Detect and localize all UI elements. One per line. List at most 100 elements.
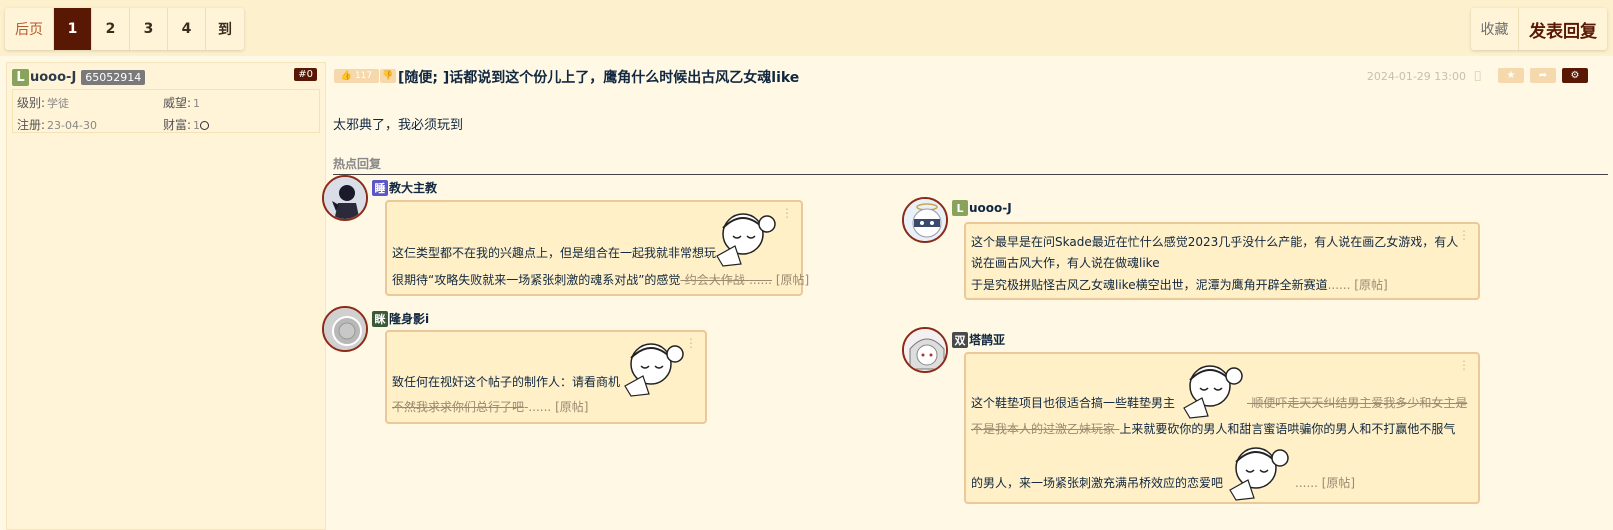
reply-line: 这仨类型都不在我的兴趣点上，但是组合在一起我就非常想玩 <box>392 246 717 260</box>
wealth-value: 1 <box>193 119 201 132</box>
thumbs-up-icon: 👍 <box>340 71 353 81</box>
top-bar: 后页 1 2 3 4 到 收藏 发表回复 <box>0 0 1613 56</box>
author-name[interactable]: uooo-J <box>30 70 76 85</box>
reply-author-icon: 双 <box>952 331 968 348</box>
page-3-button[interactable]: 3 <box>130 8 168 50</box>
reply-author[interactable]: 睡 教大主教 <box>372 179 437 196</box>
star-button[interactable]: ★ <box>1498 68 1524 83</box>
reply-line: 很期待“攻略失败就来一场紧张刺激的魂系对战”的感觉-约会大作战-...... [… <box>392 271 809 288</box>
post-title: [随便; ]话都说到这个份儿上了，鹰角什么时候出古风乙女魂like <box>398 70 800 86</box>
reg-label: 注册: <box>17 118 46 132</box>
floor-number[interactable]: #0 <box>294 68 317 81</box>
post-time: 2024-01-29 13:00 <box>1366 70 1466 83</box>
avatar[interactable] <box>322 306 368 352</box>
prestige-value: 1 <box>193 97 201 110</box>
hot-replies-title: 热点回复 <box>333 155 1608 175</box>
level-value: 学徒 <box>47 97 70 110</box>
original-post-link[interactable]: [原帖] <box>555 400 588 414</box>
favorite-button[interactable]: 收藏 <box>1471 8 1519 50</box>
original-post-link[interactable]: [原帖] <box>1322 476 1355 490</box>
reply-author-icon: L <box>952 200 968 216</box>
prev-page-button[interactable]: 后页 <box>5 8 54 50</box>
reply-suffix: ...... <box>749 273 772 287</box>
reply-text: 的男人，来一场紧张刺激充满吊桥效应的恋爱吧 <box>971 476 1224 490</box>
post-reply-button[interactable]: 发表回复 <box>1519 8 1607 50</box>
sticker-image <box>1229 447 1289 501</box>
reply-suffix: ...... <box>1295 476 1318 490</box>
original-post-link[interactable]: [原帖] <box>776 273 809 287</box>
reply-suffix: -...... <box>524 400 552 414</box>
thumbs-down-icon: 👎 <box>382 71 394 81</box>
coin-icon <box>200 121 210 130</box>
reply-line: 不然我求求你们总行了吧-...... [原帖] <box>392 398 588 415</box>
reply-strike-text: 不是我本人的过激乙妹玩家- <box>971 422 1120 436</box>
level-stat: 级别: 学徒 <box>17 94 69 111</box>
reply-author[interactable]: L uooo-J <box>952 200 1012 216</box>
apple-icon:  <box>1474 69 1481 82</box>
pagination: 后页 1 2 3 4 到 <box>5 8 244 50</box>
more-icon[interactable]: ⋮ <box>1458 358 1470 372</box>
avatar[interactable] <box>902 197 948 243</box>
reply-author-name: 隆身影i <box>389 312 430 326</box>
page-4-button[interactable]: 4 <box>168 8 206 50</box>
sticker-image <box>1183 365 1243 419</box>
author-badge: L <box>12 68 29 86</box>
original-post-link[interactable]: [原帖] <box>1354 278 1387 292</box>
reg-stat: 注册: 23-04-30 <box>17 116 97 133</box>
reply-line: 说在画古风大作，有人说在做魂like <box>971 256 1160 270</box>
wealth-stat: 财富: 1 <box>163 116 210 133</box>
settings-button[interactable]: ⚙ <box>1562 68 1588 83</box>
reply-strike-text: -顺便吓走天天纠结男主爱我多少和女主是 <box>1247 396 1468 410</box>
prestige-label: 威望: <box>163 96 192 110</box>
reply-line: 致任何在视奸这个帖子的制作人：请看商机 <box>392 375 621 389</box>
reply-author-name: 教大主教 <box>389 181 438 195</box>
reply-bubble: ⋮ 致任何在视奸这个帖子的制作人：请看商机 不然我求求你们总行了吧-......… <box>385 330 707 424</box>
reply-author-name: 塔鹊亚 <box>969 333 1006 347</box>
goto-page-button[interactable]: 到 <box>206 8 244 50</box>
reply-strike-text: -约会大作战- <box>680 273 750 287</box>
reply-author-icon: 眯 <box>372 310 388 327</box>
reply-text: 这个鞋垫项目也很适合搞一些鞋垫男主 <box>971 396 1176 410</box>
avatar[interactable] <box>322 175 368 221</box>
post-content: 太邪典了，我必须玩到 <box>333 118 464 133</box>
reply-bubble: ⋮ 这个鞋垫项目也很适合搞一些鞋垫男主 -顺便吓走天天纠结男主爱我多少和女主是 不… <box>964 352 1480 504</box>
reply-bubble: ⋮ 这个最早是在问Skade最近在忙什么感觉2023几乎没什么产能，有人说在画乙… <box>964 222 1480 300</box>
avatar[interactable] <box>902 327 948 373</box>
author-row: L uooo-J 65052914 <box>12 68 146 86</box>
star-icon: ★ <box>1506 70 1516 81</box>
prestige-stat: 威望: 1 <box>163 94 200 111</box>
reply-bubble: ⋮ 这仨类型都不在我的兴趣点上，但是组合在一起我就非常想玩 很期待“攻略失败就来… <box>385 200 809 296</box>
reply-suffix: ...... <box>1327 278 1351 292</box>
reply-author-name: uooo-J <box>969 201 1012 215</box>
reply-line: 不是我本人的过激乙妹玩家-上来就要砍你的男人和甜言蜜语哄骗你的男人和不打赢他不服… <box>971 420 1455 437</box>
reply-line: 这个最早是在问Skade最近在忙什么感觉2023几乎没什么产能，有人说在画乙女游… <box>971 235 1459 249</box>
like-count: 117 <box>354 71 373 81</box>
share-icon: ➦ <box>1538 70 1548 81</box>
level-label: 级别: <box>17 96 46 110</box>
page-2-button[interactable]: 2 <box>92 8 130 50</box>
dislike-button[interactable]: 👎 <box>380 69 396 83</box>
reply-text: 很期待“攻略失败就来一场紧张刺激的魂系对战”的感觉 <box>392 273 681 287</box>
reply-strike-text: 不然我求求你们总行了吧 <box>392 400 525 414</box>
reply-line: 于是究极拼贴怪古风乙女魂like横空出世，泥潭为鹰角开辟全新赛道...... [… <box>971 276 1388 293</box>
sticker-image <box>716 213 776 267</box>
more-icon[interactable]: ⋮ <box>781 206 793 220</box>
reply-text: 于是究极拼贴怪古风乙女魂like横空出世，泥潭为鹰角开辟全新赛道 <box>971 278 1328 292</box>
author-sidebar: L uooo-J 65052914 #0 级别: 学徒 威望: 1 注册: 23-04… <box>6 62 326 530</box>
author-stats: 级别: 学徒 威望: 1 注册: 23-04-30 财富: 1 <box>12 89 320 133</box>
page-1-button[interactable]: 1 <box>54 8 92 50</box>
more-icon[interactable]: ⋮ <box>1458 228 1470 242</box>
author-uid[interactable]: 65052914 <box>81 69 146 85</box>
reg-value: 23-04-30 <box>47 119 97 132</box>
action-bar: 收藏 发表回复 <box>1471 8 1607 50</box>
reply-text: 上来就要砍你的男人和甜言蜜语哄骗你的男人和不打赢他不服气 <box>1119 422 1456 436</box>
reply-author[interactable]: 眯 隆身影i <box>372 310 429 327</box>
reply-author[interactable]: 双 塔鹊亚 <box>952 331 1005 348</box>
wealth-label: 财富: <box>163 118 192 132</box>
like-button[interactable]: 👍 117 <box>334 69 379 83</box>
share-button[interactable]: ➦ <box>1530 68 1556 83</box>
post-main: 👍 117 👎 [随便; ]话都说到这个份儿上了，鹰角什么时候出古风乙女魂lik… <box>322 62 1613 530</box>
reply-line: 的男人，来一场紧张刺激充满吊桥效应的恋爱吧...... [原帖] <box>971 474 1355 491</box>
reply-author-icon: 睡 <box>372 179 388 196</box>
gear-icon: ⚙ <box>1570 70 1580 81</box>
